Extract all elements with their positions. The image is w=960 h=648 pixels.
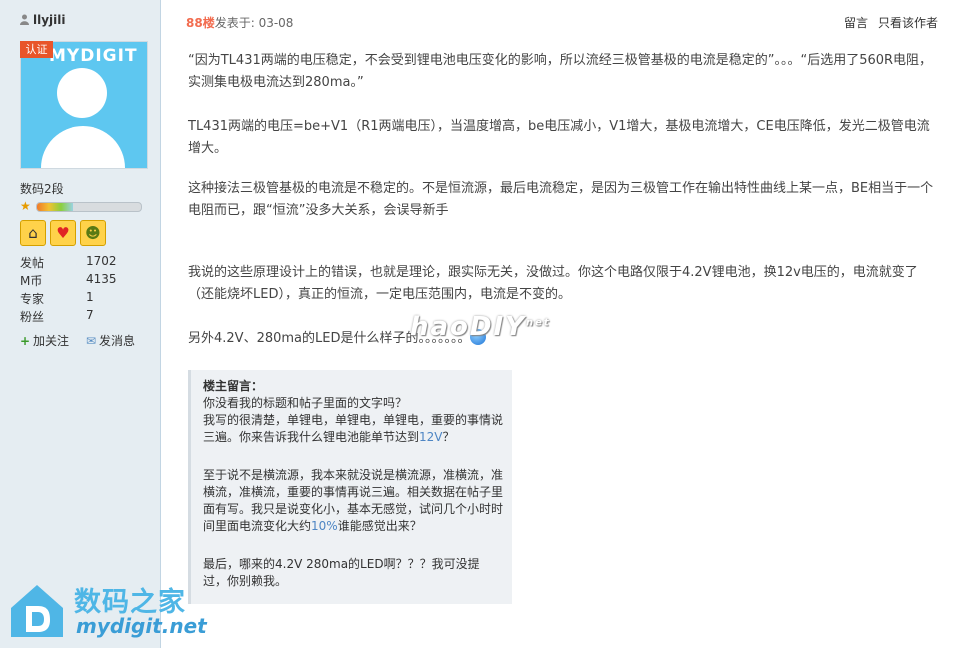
post-meta: 88楼发表于: 03-08 <box>186 14 293 31</box>
author-comment: 楼主留言： 你没看我的标题和帖子里面的文字吗？ 我写的很清楚，单锂电，单锂电，单… <box>188 370 512 604</box>
user-panel: llyjili MYDIGIT 认证 数码2段 ★ ⌂ ♥ ☻ 发帖 1702 … <box>0 0 161 648</box>
reply-link[interactable]: 留言 <box>844 16 868 30</box>
user-rank: 数码2段 <box>20 182 64 196</box>
level-track <box>36 202 142 212</box>
comment-text: 谁能感觉出来？ <box>337 519 422 533</box>
comment-para-2: 至于说不是横流源，我本来就没说是横流源，准横流，准横流，准横流，重要的事情再说三… <box>203 467 503 535</box>
level-progress: ★ <box>20 199 142 213</box>
stat-value: 7 <box>86 308 94 322</box>
follow-label: 加关注 <box>33 334 70 348</box>
bee-medal-icon[interactable]: ☻ <box>80 220 106 246</box>
stat-label: 发帖 <box>20 256 45 270</box>
comment-text: ？ <box>442 430 455 444</box>
person-icon <box>20 14 29 25</box>
watermark: haoDIYnet <box>410 312 551 342</box>
level-star-icon: ★ <box>20 199 31 213</box>
avatar-brand: MYDIGIT <box>49 46 138 66</box>
username[interactable]: llyjili <box>20 13 66 27</box>
post-tools: 留言 只看该作者 <box>834 14 938 31</box>
stat-fans: 粉丝 7 <box>20 308 140 326</box>
comment-highlight: 12V <box>419 430 443 444</box>
certified-badge: 认证 <box>20 41 53 58</box>
avatar[interactable]: MYDIGIT <box>20 41 148 169</box>
username-text: llyjili <box>33 13 66 27</box>
post-paragraph: “因为TL431两端的电压稳定，不会受到锂电池电压变化的影响，所以流经三极管基极… <box>188 53 933 90</box>
stat-value: 4135 <box>86 272 117 286</box>
stat-posts: 发帖 1702 <box>20 254 140 272</box>
house-medal-icon[interactable]: ⌂ <box>20 220 46 246</box>
stat-label: 专家 <box>20 292 45 306</box>
comment-text: 我写的很清楚，单锂电，单锂电，单锂电，重要的事情说三遍。你来告诉我什么锂电池能单… <box>203 413 504 444</box>
stat-value: 1 <box>86 290 94 304</box>
avatar-body <box>41 126 125 168</box>
stat-label: 粉丝 <box>20 310 45 324</box>
post-date: 03-08 <box>258 16 294 30</box>
envelope-icon: ✉ <box>86 334 97 348</box>
comment-para-1: 你没看我的标题和帖子里面的文字吗？ 我写的很清楚，单锂电，单锂电，单锂电，重要的… <box>203 395 503 446</box>
watermark-sup: net <box>526 317 551 329</box>
plus-icon: + <box>20 334 31 348</box>
follow-button[interactable]: + 加关注 <box>20 332 69 349</box>
house-logo-icon <box>11 585 63 637</box>
message-button[interactable]: ✉ 发消息 <box>86 332 135 349</box>
level-fill <box>37 203 74 211</box>
watermark-text: haoDIY <box>410 312 526 342</box>
post-paragraph: 我说的这些原理设计上的错误，也就是理论，跟实际无关，没做过。你这个电路仅限于4.… <box>188 265 918 302</box>
floor-number[interactable]: 88楼 <box>186 16 215 30</box>
message-label: 发消息 <box>99 334 136 348</box>
only-author-link[interactable]: 只看该作者 <box>878 16 938 30</box>
logo-en: mydigit.net <box>76 614 207 638</box>
heart-medal-icon[interactable]: ♥ <box>50 220 76 246</box>
comment-title: 楼主留言： <box>203 379 264 393</box>
stat-coins: M币 4135 <box>20 272 140 290</box>
stat-expert: 专家 1 <box>20 290 140 308</box>
stat-value: 1702 <box>86 254 117 268</box>
comment-highlight: 10% <box>311 519 338 533</box>
avatar-head <box>57 68 107 118</box>
stat-label: M币 <box>20 274 43 288</box>
post-paragraph: TL431两端的电压=be+V1（R1两端电压），当温度增高，be电压减小，V1… <box>188 119 930 156</box>
site-logo[interactable]: 数码之家 mydigit.net <box>8 580 207 642</box>
post-paragraph: 这种接法三极管基极的电流是不稳定的。不是恒流源，最后电流稳定，是因为三极管工作在… <box>188 181 934 218</box>
comment-para-3: 最后，哪来的4.2V 280ma的LED啊？？？我可没提过，你别赖我。 <box>203 557 480 588</box>
comment-text: 你没看我的标题和帖子里面的文字吗？ <box>203 396 408 410</box>
posted-prefix: 发表于: <box>214 16 259 30</box>
